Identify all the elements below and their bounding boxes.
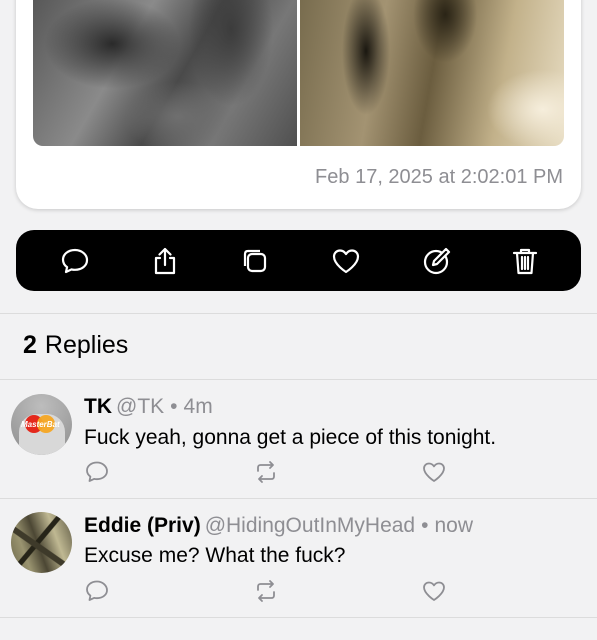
reply-comment-icon[interactable] bbox=[84, 578, 110, 604]
replies-count: 2 bbox=[23, 331, 37, 359]
post-image-2[interactable] bbox=[300, 0, 564, 146]
reply-heart-icon[interactable] bbox=[421, 578, 447, 604]
avatar[interactable]: MasterBat bbox=[11, 394, 72, 455]
reply-text: Fuck yeah, gonna get a piece of this ton… bbox=[84, 426, 497, 449]
copy-icon[interactable] bbox=[238, 244, 272, 278]
reply-author-handle[interactable]: @HidingOutInMyHead bbox=[205, 514, 415, 537]
trash-icon[interactable] bbox=[508, 244, 542, 278]
reply-comment-icon[interactable] bbox=[84, 459, 110, 485]
reply-heart-icon[interactable] bbox=[421, 459, 447, 485]
separator-dot: • bbox=[170, 395, 178, 418]
avatar-shirt-logo: MasterBat bbox=[21, 420, 60, 429]
divider bbox=[0, 617, 597, 618]
reply-author-name[interactable]: Eddie (Priv) bbox=[84, 514, 201, 537]
comment-icon[interactable] bbox=[58, 244, 92, 278]
post-image-1[interactable] bbox=[33, 0, 297, 146]
post-timestamp: Feb 17, 2025 at 2:02:01 PM bbox=[315, 166, 563, 188]
reply-header: Eddie (Priv) @HidingOutInMyHead • now bbox=[84, 514, 473, 538]
avatar[interactable] bbox=[11, 512, 72, 573]
reply-author-handle[interactable]: @TK bbox=[116, 395, 164, 418]
reply-time: now bbox=[434, 514, 474, 537]
reply-text: Excuse me? What the fuck? bbox=[84, 544, 346, 567]
reply-author-name[interactable]: TK bbox=[84, 395, 112, 418]
edit-icon[interactable] bbox=[420, 244, 454, 278]
reply-repost-icon[interactable] bbox=[253, 459, 279, 485]
replies-label: Replies bbox=[44, 331, 129, 359]
reply-repost-icon[interactable] bbox=[253, 578, 279, 604]
separator-dot: • bbox=[421, 514, 429, 537]
reply-header: TK @TK • 4m bbox=[84, 395, 213, 419]
reply-time: 4m bbox=[183, 395, 213, 418]
share-icon[interactable] bbox=[148, 244, 182, 278]
replies-header: 2 Replies bbox=[23, 331, 128, 360]
post-card: Feb 17, 2025 at 2:02:01 PM bbox=[16, 0, 581, 209]
reply-item[interactable]: Eddie (Priv) @HidingOutInMyHead • now Excus… bbox=[0, 499, 597, 617]
heart-icon[interactable] bbox=[329, 244, 363, 278]
post-action-toolbar bbox=[16, 230, 581, 291]
reply-item[interactable]: MasterBat TK @TK • 4m Fuck yeah, gonna get … bbox=[0, 380, 597, 498]
divider bbox=[0, 313, 597, 314]
